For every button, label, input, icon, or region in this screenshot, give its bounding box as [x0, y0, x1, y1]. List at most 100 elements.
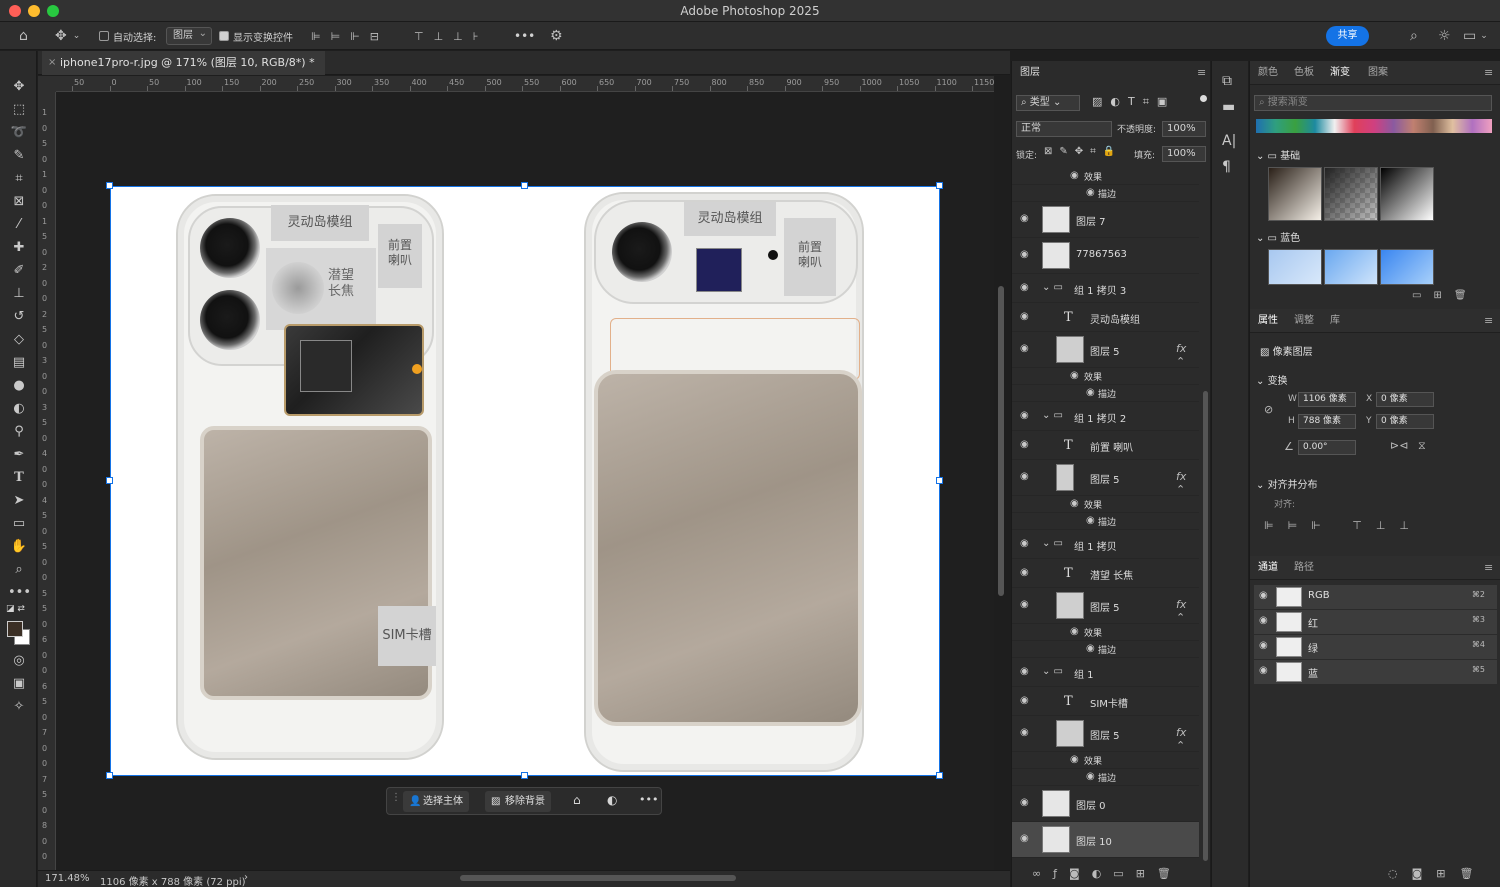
- layer-row[interactable]: ◉ T 灵动岛模组: [1012, 303, 1199, 332]
- channel-row[interactable]: ◉ 蓝 ⌘5: [1254, 660, 1497, 684]
- layer-row[interactable]: ◉ 效果: [1012, 368, 1199, 385]
- gradient-swatch[interactable]: [1324, 249, 1378, 285]
- panel-menu-icon[interactable]: ≡: [1484, 66, 1493, 79]
- tab-patterns[interactable]: 图案: [1368, 61, 1388, 85]
- lock-icons[interactable]: ⊠✎✥⌗🔒: [1044, 146, 1122, 157]
- layer-row[interactable]: ◉ 效果: [1012, 752, 1199, 769]
- flip-horizontal-icon[interactable]: ⊳⊲: [1390, 439, 1408, 452]
- vertical-ruler[interactable]: 1050100150200250300350400450500550600650…: [38, 92, 56, 870]
- transform-handle[interactable]: [521, 182, 528, 189]
- eyedropper-tool-icon[interactable]: ⁄: [8, 215, 30, 235]
- eye-icon[interactable]: ◉: [1070, 370, 1079, 381]
- eye-icon[interactable]: ◉: [1020, 249, 1029, 260]
- zoom-lens-tool-icon[interactable]: ⚲: [8, 422, 30, 442]
- tab-gradients[interactable]: 渐变: [1330, 61, 1350, 85]
- y-field[interactable]: 0 像素: [1376, 414, 1434, 429]
- tab-adjustments[interactable]: 调整: [1294, 309, 1314, 333]
- remove-background-button[interactable]: ▨ 移除背景: [485, 791, 551, 812]
- layer-row[interactable]: ◉ T SIM卡槽: [1012, 687, 1199, 716]
- layer-row[interactable]: ◉ 图层 0: [1012, 786, 1199, 822]
- transform-handle[interactable]: [936, 772, 943, 779]
- panel-menu-icon[interactable]: ≡: [1484, 561, 1493, 574]
- eye-icon[interactable]: ◉: [1020, 282, 1029, 293]
- workspace-icon[interactable]: ▭ ⌄: [1463, 22, 1488, 50]
- show-transform-check-icon[interactable]: [219, 31, 229, 41]
- stamp-tool-icon[interactable]: ⊥: [8, 284, 30, 304]
- layers-scrollbar[interactable]: [1203, 391, 1208, 861]
- layer-row[interactable]: ◉ ⌄ ▭ 组 1 拷贝: [1012, 530, 1199, 559]
- height-field[interactable]: 788 像素: [1298, 414, 1356, 429]
- layer-row[interactable]: ◉ 描边: [1012, 385, 1199, 402]
- eye-icon[interactable]: ◉: [1086, 643, 1095, 654]
- layer-row[interactable]: ◉ ⌄ ▭ 组 1 拷贝 2: [1012, 402, 1199, 431]
- layer-row[interactable]: ◉ 77867563: [1012, 238, 1199, 274]
- eye-icon[interactable]: ◉: [1020, 833, 1029, 844]
- layer-row[interactable]: ◉ 效果: [1012, 624, 1199, 641]
- auto-select-check-icon[interactable]: [99, 31, 109, 41]
- eye-icon[interactable]: ◉: [1020, 213, 1029, 224]
- path-select-tool-icon[interactable]: ➤: [8, 491, 30, 511]
- comments-icon[interactable]: ▬: [1222, 99, 1235, 115]
- transform-handle[interactable]: [521, 772, 528, 779]
- search-icon[interactable]: ⌕: [1410, 22, 1418, 50]
- tab-layers[interactable]: 图层: [1020, 61, 1040, 85]
- channel-row[interactable]: ◉ 绿 ⌘4: [1254, 635, 1497, 659]
- eye-icon[interactable]: ◉: [1020, 666, 1029, 677]
- eye-icon[interactable]: ◉: [1020, 343, 1029, 354]
- transform-handle[interactable]: [106, 477, 113, 484]
- eye-icon[interactable]: ◉: [1020, 695, 1029, 706]
- paragraph-icon[interactable]: ¶: [1222, 159, 1231, 175]
- close-tab-icon[interactable]: ×: [48, 51, 56, 75]
- align-buttons-icon[interactable]: ⊫⊨⊩⊟: [311, 22, 389, 50]
- channel-row[interactable]: ◉ RGB ⌘2: [1254, 585, 1497, 609]
- eye-icon[interactable]: ◉: [1086, 387, 1095, 398]
- layer-row[interactable]: ◉ 描边: [1012, 185, 1199, 202]
- eye-icon[interactable]: ◉: [1259, 590, 1268, 601]
- eye-icon[interactable]: ◉: [1020, 797, 1029, 808]
- panel-menu-icon[interactable]: ≡: [1197, 66, 1206, 79]
- eye-icon[interactable]: ◉: [1020, 538, 1029, 549]
- blur-tool-icon[interactable]: ●: [8, 376, 30, 396]
- fx-icon[interactable]: fx ⌃: [1176, 470, 1199, 496]
- layer-row[interactable]: ◉ 图层 5 fx ⌃: [1012, 460, 1199, 496]
- folder-blue[interactable]: ⌄ ▭ 蓝色: [1256, 229, 1300, 244]
- canvas-area[interactable]: 灵动岛模组 潜望 长焦 前置 喇叭 SIM卡槽 灵动岛模组 前置 喇叭: [56, 92, 994, 870]
- tab-paths[interactable]: 路径: [1294, 556, 1314, 580]
- folder-icon[interactable]: ⌄ ▭: [1042, 410, 1063, 421]
- gradient-swatch[interactable]: [1324, 167, 1378, 221]
- layer-row[interactable]: ◉ 效果: [1012, 168, 1199, 185]
- layer-row[interactable]: ◉ 图层 5 fx ⌃: [1012, 332, 1199, 368]
- tab-swatches[interactable]: 色板: [1294, 61, 1314, 85]
- horizontal-scrollbar[interactable]: [460, 875, 736, 881]
- edit-toolbar-icon[interactable]: •••: [8, 583, 31, 603]
- transform-handle[interactable]: [936, 182, 943, 189]
- eye-icon[interactable]: ◉: [1259, 665, 1268, 676]
- crop-tool-icon[interactable]: ⌗: [8, 169, 30, 189]
- gradient-tool-icon[interactable]: ▤: [8, 353, 30, 373]
- eye-icon[interactable]: ◉: [1070, 626, 1079, 637]
- tab-channels[interactable]: 通道: [1258, 556, 1278, 580]
- lasso-tool-icon[interactable]: ➰: [8, 123, 30, 143]
- layer-row[interactable]: ◉ 图层 5 fx ⌃: [1012, 716, 1199, 752]
- healing-brush-tool-icon[interactable]: ✚: [8, 238, 30, 258]
- fx-icon[interactable]: fx ⌃: [1176, 726, 1199, 752]
- chevron-right-icon[interactable]: ›: [244, 872, 248, 883]
- eye-icon[interactable]: ◉: [1086, 515, 1095, 526]
- angle-field[interactable]: 0.00°: [1298, 440, 1356, 455]
- eye-icon[interactable]: ◉: [1070, 498, 1079, 509]
- transform-bounding-box[interactable]: [110, 186, 940, 776]
- gradient-swatch[interactable]: [1268, 249, 1322, 285]
- drag-handle-icon[interactable]: ⋮: [391, 792, 401, 803]
- auto-select-target-dropdown[interactable]: 图层: [166, 22, 212, 50]
- align-icons[interactable]: ⊫⊨⊩ ⊤⊥⊥: [1264, 519, 1423, 532]
- layer-row[interactable]: ◉ 描边: [1012, 769, 1199, 786]
- move-tool-icon[interactable]: ✥: [8, 77, 30, 97]
- distribute-buttons-icon[interactable]: ⊤⊥⊥⊦: [414, 22, 488, 50]
- foreground-color-swatch[interactable]: [7, 621, 23, 637]
- gradient-preset-strip[interactable]: [1256, 119, 1492, 133]
- generative-icon[interactable]: ✧: [8, 697, 30, 717]
- filter-toggle-icon[interactable]: [1200, 95, 1207, 102]
- tab-properties[interactable]: 属性: [1258, 309, 1278, 333]
- brush-tool-icon[interactable]: ✐: [8, 261, 30, 281]
- fill-field[interactable]: 100%: [1162, 146, 1206, 162]
